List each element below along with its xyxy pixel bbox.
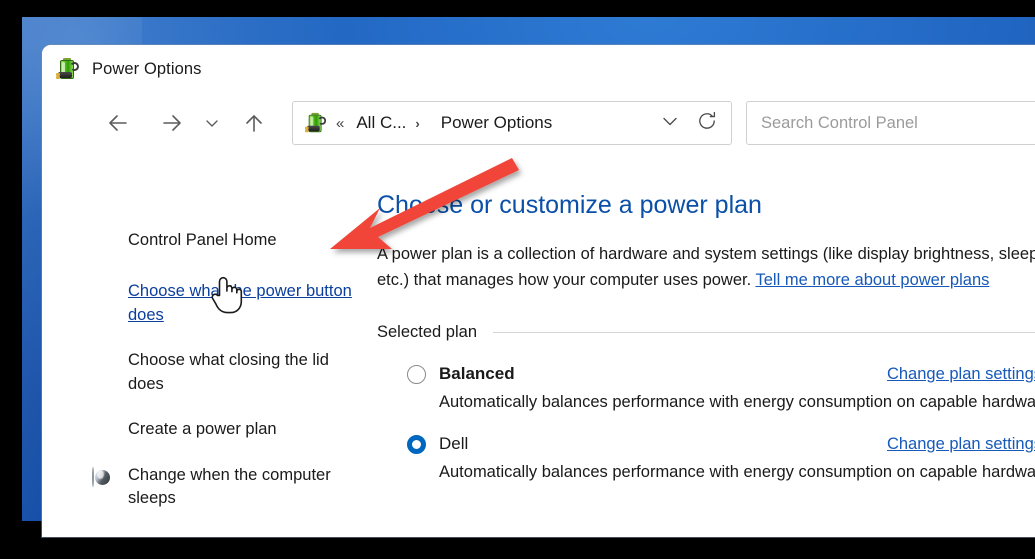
main-panel: Choose or customize a power plan A power… bbox=[377, 153, 1035, 537]
plan-description: Automatically balances performance with … bbox=[439, 393, 1035, 412]
chevron-down-icon bbox=[660, 111, 680, 136]
selected-plan-group: Selected plan Balanced Change plan setti… bbox=[377, 323, 1035, 482]
chevron-down-icon bbox=[204, 115, 220, 131]
radio-button-balanced[interactable] bbox=[407, 365, 426, 384]
search-placeholder: Search Control Panel bbox=[761, 114, 918, 133]
forward-button[interactable] bbox=[152, 103, 192, 143]
sidebar-item-change-when-the-computer-sleeps[interactable]: Change when the computer sleeps bbox=[42, 464, 377, 511]
recent-locations-button[interactable] bbox=[198, 103, 226, 143]
back-button[interactable] bbox=[98, 103, 138, 143]
page-description: A power plan is a collection of hardware… bbox=[377, 242, 1035, 293]
arrow-left-icon bbox=[106, 111, 130, 135]
power-battery-icon bbox=[56, 57, 80, 81]
sidebar-item-choose-what-closing-the-lid-does[interactable]: Choose what closing the lid does bbox=[42, 349, 377, 396]
plan-description: Automatically balances performance with … bbox=[439, 463, 1035, 482]
sidebar-item-label: Create a power plan bbox=[128, 420, 277, 438]
change-plan-settings-link[interactable]: Change plan settings bbox=[887, 435, 1035, 454]
breadcrumb-separator[interactable]: › bbox=[415, 116, 419, 131]
sidebar-item-choose-what-the-power-button-does[interactable]: Choose what the power button does bbox=[42, 280, 377, 327]
up-one-level-button[interactable] bbox=[234, 103, 274, 143]
group-label: Selected plan bbox=[377, 323, 477, 342]
plan-name: Dell bbox=[439, 434, 468, 454]
sidebar-item-label: Choose what closing the lid does bbox=[128, 351, 329, 392]
sidebar-item-label: Control Panel Home bbox=[128, 231, 277, 249]
address-bar-power-battery-icon bbox=[305, 112, 327, 134]
radio-button-dell[interactable] bbox=[407, 435, 426, 454]
breadcrumb-overflow-chevrons[interactable]: « bbox=[336, 116, 344, 131]
plan-item-dell[interactable]: Dell Change plan settings Automatically … bbox=[377, 434, 1035, 482]
window-title: Power Options bbox=[92, 60, 202, 79]
plan-item-balanced[interactable]: Balanced Change plan settings Automatica… bbox=[377, 364, 1035, 412]
sidebar: Control Panel Home Choose what the power… bbox=[42, 153, 377, 537]
breadcrumb-item-power-options[interactable]: Power Options bbox=[441, 113, 553, 133]
sidebar-item-create-a-power-plan[interactable]: Create a power plan bbox=[42, 418, 377, 441]
arrow-right-icon bbox=[160, 111, 184, 135]
window-titlebar: Power Options bbox=[42, 45, 1035, 93]
breadcrumb-item-all-control-panel[interactable]: All C... bbox=[356, 113, 406, 133]
address-bar-dropdown-button[interactable] bbox=[653, 103, 687, 143]
address-bar[interactable]: « All C... › Power Options bbox=[292, 101, 732, 145]
group-header: Selected plan bbox=[377, 323, 1035, 342]
plan-name: Balanced bbox=[439, 364, 515, 384]
search-control-panel-input[interactable]: Search Control Panel bbox=[746, 101, 1035, 145]
plan-row: Dell Change plan settings bbox=[407, 434, 1035, 454]
arrow-up-icon bbox=[242, 111, 266, 135]
content-area: Control Panel Home Choose what the power… bbox=[42, 153, 1035, 537]
sidebar-item-label: Choose what the power button does bbox=[128, 282, 352, 323]
sidebar-item-label: Change when the computer sleeps bbox=[128, 466, 331, 507]
page-title: Choose or customize a power plan bbox=[377, 191, 1035, 220]
tell-me-more-about-power-plans-link[interactable]: Tell me more about power plans bbox=[756, 271, 990, 289]
refresh-icon bbox=[696, 110, 718, 137]
refresh-button[interactable] bbox=[687, 103, 727, 143]
power-options-window: Power Options bbox=[42, 45, 1035, 537]
sidebar-item-control-panel-home[interactable]: Control Panel Home bbox=[42, 229, 377, 252]
screen: Power Options bbox=[0, 0, 1035, 559]
plan-row: Balanced Change plan settings bbox=[407, 364, 1035, 384]
group-divider bbox=[493, 332, 1035, 333]
change-plan-settings-link[interactable]: Change plan settings bbox=[887, 365, 1035, 384]
sphere-shield-icon bbox=[92, 466, 113, 487]
navigation-toolbar: « All C... › Power Options bbox=[42, 93, 1035, 153]
